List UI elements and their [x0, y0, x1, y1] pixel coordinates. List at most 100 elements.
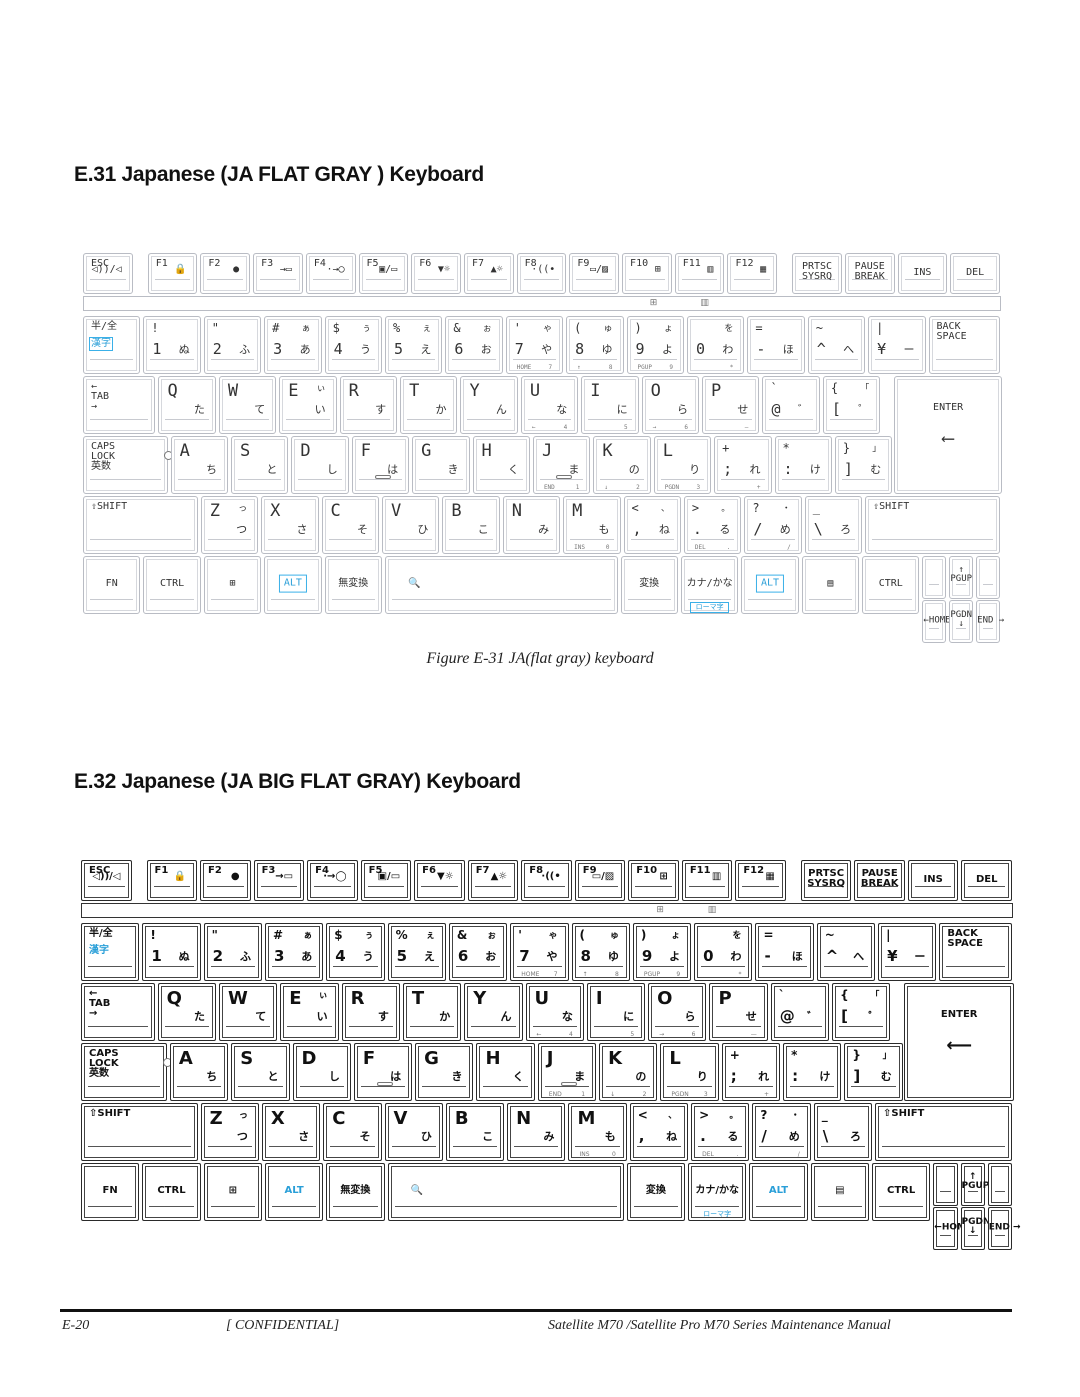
nav-blank-key-right[interactable] [987, 1163, 1012, 1206]
key-key[interactable]: ` @ ゛ [770, 983, 830, 1041]
key-key[interactable]: ▤ [801, 556, 860, 614]
key-f12[interactable]: F12 ▦ [727, 253, 778, 294]
page-up-key[interactable]: ↑ PGUP [960, 1163, 989, 1206]
key-fn[interactable]: FN [83, 556, 141, 614]
key-j[interactable]: J ま END 1 [532, 436, 591, 494]
key-z[interactable]: Zつっ [200, 1103, 259, 1161]
key-key[interactable]: 無変換 [324, 556, 382, 614]
nav-blank-key-left[interactable] [922, 556, 947, 599]
key-alt[interactable]: ALT [741, 556, 799, 614]
key-o[interactable]: O ら → 6 [641, 376, 700, 434]
key-l[interactable]: L り PGDN 3 [653, 436, 712, 494]
key-key[interactable]: カナ/かな ローマ字 [680, 556, 739, 614]
key-key[interactable]: カナ/かな ローマ字 [688, 1163, 747, 1221]
key-key[interactable]: 🔍 [384, 556, 618, 614]
key-f10[interactable]: F10 ⊞ [622, 253, 672, 294]
key-key[interactable]: ⊞ [203, 1163, 262, 1221]
key-ctrl[interactable]: CTRL [142, 1163, 201, 1221]
key-c[interactable]: Cそ [321, 496, 379, 554]
key-o[interactable]: O ら → 6 [648, 983, 707, 1041]
page-down-key[interactable]: PGDN ↓ [960, 1207, 991, 1250]
key-key[interactable]: 半/全 漢字 [81, 923, 140, 981]
key-j[interactable]: J ま END 1 [537, 1043, 597, 1101]
key-key[interactable]: >. る 。 DEL. [683, 496, 742, 554]
key-e[interactable]: E いぃ [279, 376, 337, 434]
key-t[interactable]: Tか [400, 376, 458, 434]
key-8[interactable]: (8 ゆゅ ↑ 8 [566, 316, 624, 374]
key-f11[interactable]: F11 ▥ [681, 860, 733, 901]
key-3[interactable]: #3 あぁ [264, 316, 322, 374]
key-2[interactable]: " 2 ふ [203, 316, 262, 374]
key-d[interactable]: Dし [291, 436, 349, 494]
key-f7[interactable]: F7 ▲☼ [467, 860, 519, 901]
key-x[interactable]: Xさ [261, 496, 319, 554]
key-f[interactable]: Fは [351, 436, 410, 494]
key-f1[interactable]: F1 🔒 [147, 253, 198, 294]
key-p[interactable]: P せ — [709, 983, 768, 1041]
key-tab[interactable]: ← TAB → [81, 983, 155, 1041]
home-key[interactable]: ←HOME [933, 1207, 972, 1250]
key-f5[interactable]: F5 ▣/▭ [358, 253, 409, 294]
nav-blank-key-right[interactable] [976, 556, 1000, 599]
key-key[interactable]: _ \ ろ [804, 496, 863, 554]
key-f2[interactable]: F2 ● [200, 860, 251, 901]
key-y[interactable]: Yん [464, 983, 523, 1041]
key-alt[interactable]: ALT [749, 1163, 808, 1221]
key-f9[interactable]: F9 ▭/▨ [574, 860, 626, 901]
key-shift[interactable]: ⇧SHIFT [875, 1103, 1012, 1161]
key-b[interactable]: Bこ [445, 1103, 505, 1161]
page-up-key[interactable]: ↑ PGUP [949, 556, 974, 599]
key-y[interactable]: Yん [460, 376, 518, 434]
key-b[interactable]: Bこ [442, 496, 500, 554]
key-5[interactable]: % 5 えぇ [387, 923, 446, 981]
key-f6[interactable]: F6 ▼☼ [411, 253, 461, 294]
key-key[interactable]: = - ほ [747, 316, 805, 374]
key-a[interactable]: Aち [169, 1043, 229, 1101]
key-i[interactable]: I に 5 [586, 983, 646, 1041]
key-f3[interactable]: F3 →▭ [253, 253, 303, 294]
key-0[interactable]: 0 わを * [694, 923, 753, 981]
key-h[interactable]: Hく [476, 1043, 535, 1101]
key-8[interactable]: (8 ゆゅ ↑ 8 [571, 923, 630, 981]
key-key[interactable]: 変換 [620, 556, 678, 614]
key-f3[interactable]: F3 →▭ [253, 860, 305, 901]
key-f7[interactable]: F7 ▲☼ [463, 253, 514, 294]
page-down-key[interactable]: PGDN ↓ [949, 600, 974, 643]
key-5[interactable]: % 5 えぇ [384, 316, 443, 374]
key-1[interactable]: ! 1 ぬ [142, 923, 201, 981]
key-key[interactable]: +; れ + [721, 1043, 781, 1101]
key-3[interactable]: #3 あぁ [264, 923, 324, 981]
key-f5[interactable]: F5 ▣/▭ [360, 860, 412, 901]
key-esc[interactable]: ESC ◁))/◁ [83, 253, 133, 294]
key-i[interactable]: I に 5 [581, 376, 639, 434]
key-key[interactable]: *: け [774, 436, 832, 494]
key-f2[interactable]: F2 ● [200, 253, 251, 294]
key-f[interactable]: Fは [353, 1043, 413, 1101]
key-e[interactable]: E いぃ [280, 983, 339, 1041]
key-k[interactable]: K の ↓ 2 [593, 436, 651, 494]
key-k[interactable]: K の ↓ 2 [599, 1043, 658, 1101]
key-x[interactable]: Xさ [261, 1103, 321, 1161]
key-key[interactable]: <, ね 、 [623, 496, 681, 554]
key-u[interactable]: U な ← 4 [520, 376, 579, 434]
key-a[interactable]: Aち [170, 436, 228, 494]
key-c[interactable]: Cそ [323, 1103, 382, 1161]
key-key[interactable]: ? / め ・ / [744, 496, 802, 554]
end-key[interactable]: END → [976, 600, 1004, 643]
end-key[interactable]: END → [987, 1207, 1021, 1250]
key-v[interactable]: Vひ [384, 1103, 443, 1161]
key-4[interactable]: $4 うぅ [324, 316, 382, 374]
key-ctrl[interactable]: CTRL [862, 556, 920, 614]
key-key[interactable]: ~ ^ へ [807, 316, 866, 374]
key-key[interactable]: ▤ [810, 1163, 869, 1221]
key-z[interactable]: Zつっ [200, 496, 259, 554]
key-alt[interactable]: ALT [264, 1163, 324, 1221]
key-u[interactable]: U な ← 4 [525, 983, 584, 1041]
key-m[interactable]: M も INS 0 [563, 496, 621, 554]
key-9[interactable]: ) 9 よょ PGUP 9 [632, 923, 692, 981]
key-ctrl[interactable]: CTRL [871, 1163, 931, 1221]
key-caps-lock[interactable]: CAPS LOCK 英数 [83, 436, 173, 494]
key-key[interactable]: ~ ^ へ [816, 923, 876, 981]
key-prtsc-sysrq[interactable]: PRTSC SYSRQ [800, 860, 852, 901]
key-ins[interactable]: INS [897, 253, 948, 294]
